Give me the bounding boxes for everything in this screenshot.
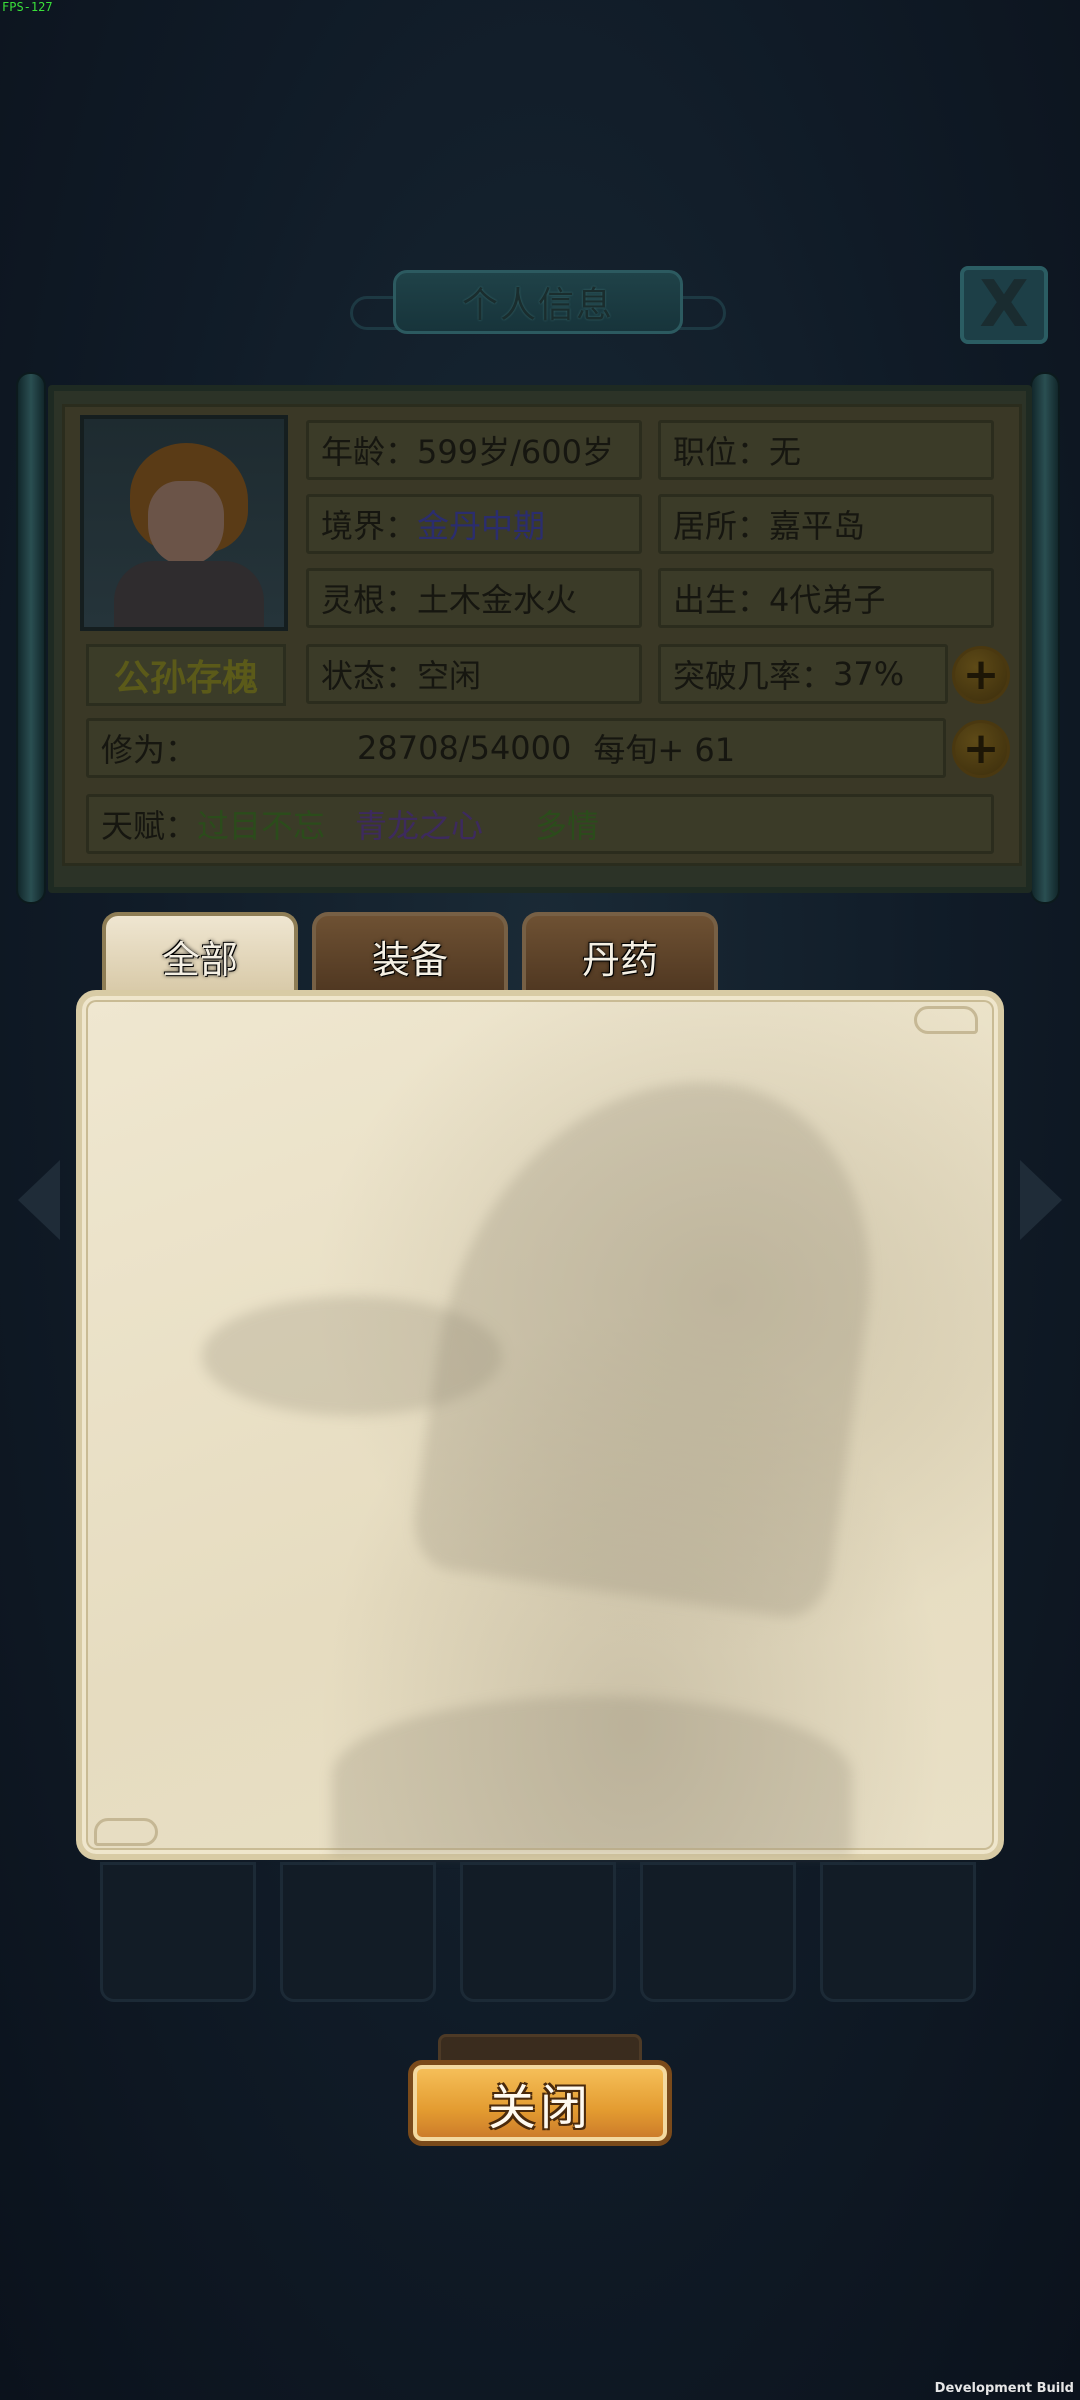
talent-label: 天赋： xyxy=(101,807,198,845)
tab-all[interactable]: 全部 xyxy=(102,912,298,996)
character-name: 公孙存槐 xyxy=(113,658,258,699)
item-slot[interactable] xyxy=(640,1862,796,2002)
status-value: 空闲 xyxy=(417,657,482,695)
arrow-left-icon[interactable] xyxy=(18,1160,60,1240)
spirit-root-value: 土木金水火 xyxy=(417,581,578,619)
talent-item: 过目不忘 xyxy=(197,807,326,845)
close-icon[interactable]: X xyxy=(960,266,1048,344)
breakthrough-plus-icon[interactable]: + xyxy=(952,646,1010,704)
breakthrough-label: 突破几率： xyxy=(673,657,834,695)
fps-counter: FPS-127 xyxy=(2,0,53,14)
origin-cell: 出生： 4代弟子 xyxy=(658,568,994,628)
hill-painting xyxy=(332,1696,852,1856)
dialog-title: 个人信息 xyxy=(461,285,614,326)
scroll-rod-left xyxy=(16,372,46,904)
cultivation-value: 28708/54000 xyxy=(357,729,572,767)
mist-painting xyxy=(202,1296,502,1416)
tab-pills[interactable]: 丹药 xyxy=(522,912,718,996)
item-slot[interactable] xyxy=(460,1862,616,2002)
position-value: 无 xyxy=(769,433,802,471)
position-cell: 职位： 无 xyxy=(658,420,994,480)
realm-value: 金丹中期 xyxy=(417,507,546,545)
build-label: Development Build xyxy=(934,2381,1074,2396)
item-slot[interactable] xyxy=(820,1862,976,2002)
inventory-panel xyxy=(76,990,1004,1860)
status-label: 状态： xyxy=(321,657,418,695)
residence-cell: 居所： 嘉平岛 xyxy=(658,494,994,554)
cultivation-label: 修为： xyxy=(101,731,198,769)
age-cell: 年龄： 599岁/600岁 xyxy=(306,420,642,480)
spirit-root-cell: 灵根： 土木金水火 xyxy=(306,568,642,628)
cultivation-cell: 修为： 28708/54000 每旬+ 61 xyxy=(86,718,946,778)
scroll-rod-right xyxy=(1030,372,1060,904)
item-slot[interactable] xyxy=(280,1862,436,2002)
portrait-body xyxy=(114,561,264,627)
portrait-face xyxy=(148,481,224,565)
realm-label: 境界： xyxy=(321,507,418,545)
spirit-root-label: 灵根： xyxy=(321,581,418,619)
character-name-plate: 公孙存槐 xyxy=(86,644,286,706)
character-portrait xyxy=(80,415,288,631)
age-label: 年龄： xyxy=(321,433,418,471)
origin-label: 出生： xyxy=(673,581,770,619)
origin-value: 4代弟子 xyxy=(769,581,886,619)
status-cell: 状态： 空闲 xyxy=(306,644,642,704)
position-label: 职位： xyxy=(673,433,770,471)
cultivation-plus-icon[interactable]: + xyxy=(952,720,1010,778)
talent-item: 多情 xyxy=(535,807,600,845)
dialog-title-plate: 个人信息 xyxy=(350,258,726,346)
realm-cell: 境界： 金丹中期 xyxy=(306,494,642,554)
arrow-right-icon[interactable] xyxy=(1020,1160,1062,1240)
item-slot[interactable] xyxy=(100,1862,256,2002)
close-button-label: 关闭 xyxy=(487,2080,592,2136)
dialog-title-frame: 个人信息 xyxy=(393,270,683,334)
talent-cell: 天赋： 过目不忘 青龙之心 多情 xyxy=(86,794,994,854)
talent-item: 青龙之心 xyxy=(355,807,484,845)
age-value: 599岁/600岁 xyxy=(417,433,614,471)
residence-label: 居所： xyxy=(673,507,770,545)
tab-equipment[interactable]: 装备 xyxy=(312,912,508,996)
breakthrough-cell: 突破几率： 37% xyxy=(658,644,948,704)
close-button[interactable]: 关闭 xyxy=(408,2060,672,2146)
residence-value: 嘉平岛 xyxy=(769,507,866,545)
breakthrough-value: 37% xyxy=(833,655,905,693)
cloud-ornament-icon xyxy=(914,1006,978,1034)
cloud-ornament-icon xyxy=(94,1818,158,1846)
cultivation-rate: 每旬+ 61 xyxy=(593,731,736,769)
